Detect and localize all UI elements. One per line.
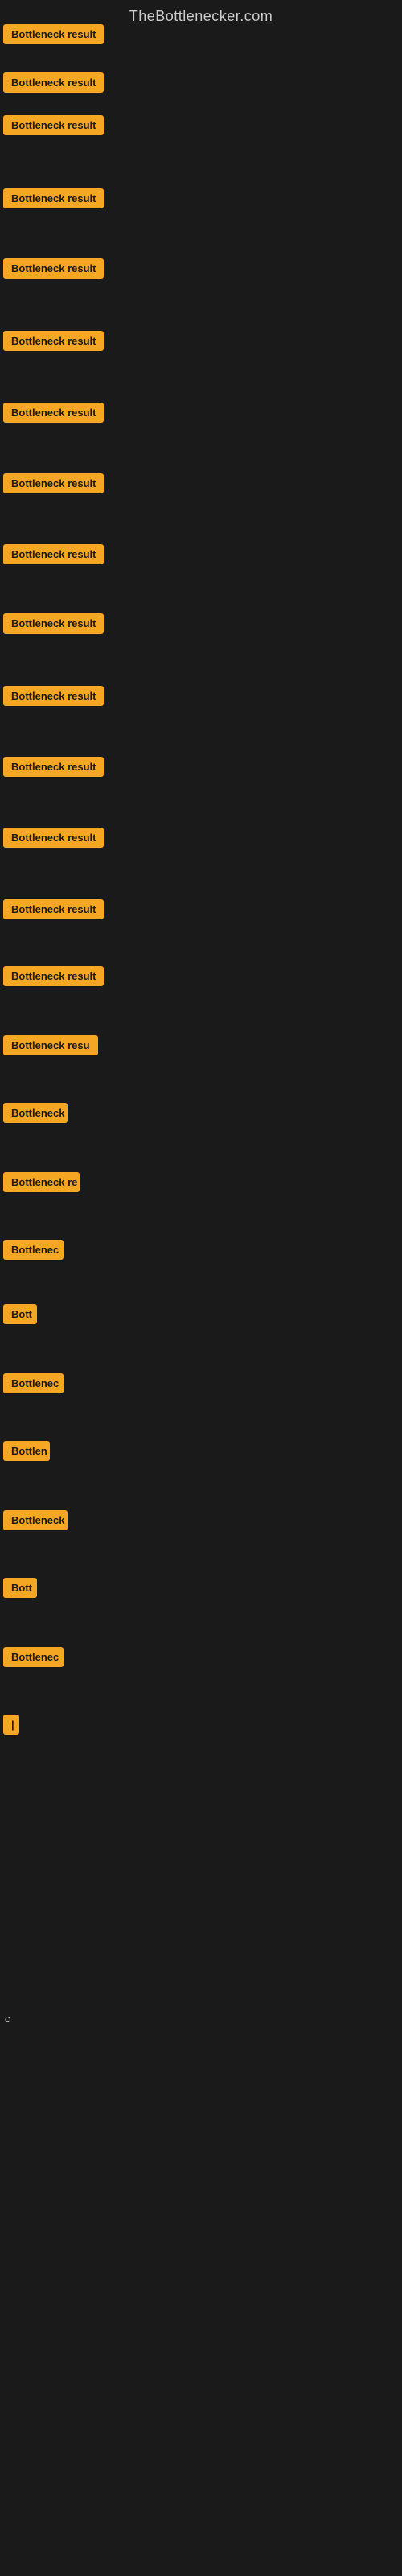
bottleneck-badge[interactable]: Bottleneck <box>3 1103 68 1123</box>
list-item: Bottlenec <box>3 1240 64 1264</box>
list-item: Bottleneck result <box>3 966 104 990</box>
list-item: Bottleneck resu <box>3 1035 98 1059</box>
bottleneck-badge[interactable]: Bottleneck result <box>3 899 104 919</box>
bottleneck-badge[interactable]: Bottleneck result <box>3 828 104 848</box>
bottleneck-badge[interactable]: Bottleneck resu <box>3 1035 98 1055</box>
bottleneck-badge[interactable]: Bottleneck result <box>3 258 104 279</box>
list-item: Bott <box>3 1304 37 1328</box>
list-item: Bottlenec <box>3 1373 64 1397</box>
list-item: Bottleneck result <box>3 613 104 638</box>
bottleneck-badge[interactable]: Bottleneck result <box>3 115 104 135</box>
bottleneck-badge[interactable]: Bottleneck result <box>3 544 104 564</box>
bottleneck-badge[interactable]: Bottleneck result <box>3 331 104 351</box>
bottleneck-badge[interactable]: Bottleneck <box>3 1510 68 1530</box>
page-wrapper: TheBottlenecker.com c Bottleneck resultB… <box>0 0 402 2576</box>
list-item: Bottleneck <box>3 1103 68 1127</box>
list-item: Bottleneck result <box>3 24 104 48</box>
list-item: Bottleneck <box>3 1510 68 1534</box>
list-item: Bottleneck result <box>3 473 104 497</box>
bottleneck-badge[interactable]: Bott <box>3 1578 37 1598</box>
bottleneck-badge[interactable]: Bottleneck result <box>3 402 104 423</box>
bottleneck-badge[interactable]: Bottleneck result <box>3 72 104 93</box>
bottleneck-badge[interactable]: Bottleneck result <box>3 24 104 44</box>
list-item: Bottleneck result <box>3 72 104 97</box>
bottleneck-badge[interactable]: Bottlen <box>3 1441 50 1461</box>
list-item: Bottleneck result <box>3 899 104 923</box>
bottleneck-badge[interactable]: Bottlenec <box>3 1240 64 1260</box>
bottleneck-badge[interactable]: | <box>3 1715 19 1735</box>
list-item: Bott <box>3 1578 37 1602</box>
list-item: Bottleneck result <box>3 402 104 427</box>
bottleneck-badge[interactable]: Bottleneck result <box>3 686 104 706</box>
list-item: Bottleneck result <box>3 115 104 139</box>
list-item: Bottleneck result <box>3 757 104 781</box>
bottleneck-badge[interactable]: Bottleneck re <box>3 1172 80 1192</box>
list-item: Bottlen <box>3 1441 50 1465</box>
bottleneck-badge[interactable]: Bottleneck result <box>3 757 104 777</box>
list-item: Bottleneck result <box>3 331 104 355</box>
bottom-label: c <box>5 2013 10 2025</box>
bottleneck-badge[interactable]: Bottleneck result <box>3 613 104 634</box>
list-item: Bottleneck result <box>3 258 104 283</box>
bottleneck-badge[interactable]: Bott <box>3 1304 37 1324</box>
list-item: Bottleneck result <box>3 544 104 568</box>
bottleneck-badge[interactable]: Bottleneck result <box>3 966 104 986</box>
bottleneck-badge[interactable]: Bottlenec <box>3 1647 64 1667</box>
bottleneck-badge[interactable]: Bottleneck result <box>3 188 104 208</box>
list-item: Bottleneck result <box>3 828 104 852</box>
list-item: | <box>3 1715 19 1739</box>
list-item: Bottleneck result <box>3 188 104 213</box>
list-item: Bottlenec <box>3 1647 64 1671</box>
list-item: Bottleneck result <box>3 686 104 710</box>
bottleneck-badge[interactable]: Bottlenec <box>3 1373 64 1393</box>
list-item: Bottleneck re <box>3 1172 80 1196</box>
bottleneck-badge[interactable]: Bottleneck result <box>3 473 104 493</box>
